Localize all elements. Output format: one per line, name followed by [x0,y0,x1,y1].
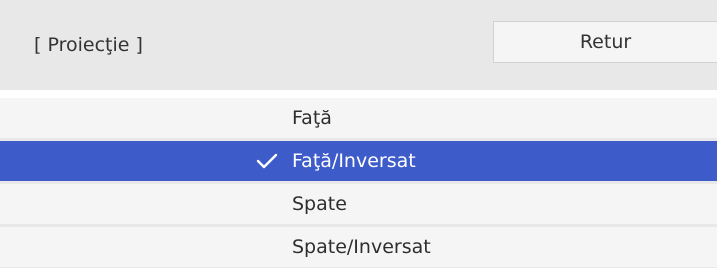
checkmark-icon [256,153,278,169]
option-rear[interactable]: Spate [0,184,717,224]
menu-panel: [ Proiecţie ] Retur Faţă Faţă/Inversat S… [0,0,717,268]
option-label: Faţă/Inversat [292,150,416,172]
option-rear-inverted[interactable]: Spate/Inversat [0,227,717,267]
bottom-strip [0,268,717,279]
option-front[interactable]: Faţă [0,98,717,138]
projection-options-list: Faţă Faţă/Inversat Spate Spate/Inversat [0,98,717,270]
header-divider [0,90,717,98]
menu-title: [ Proiecţie ] [34,34,143,56]
option-label: Spate [292,193,347,215]
option-label: Spate/Inversat [292,236,431,258]
option-front-inverted[interactable]: Faţă/Inversat [0,141,717,181]
option-label: Faţă [292,107,332,129]
back-button[interactable]: Retur [493,21,717,63]
menu-header: [ Proiecţie ] Retur [0,0,717,90]
projection-menu-screen: [ Proiecţie ] Retur Faţă Faţă/Inversat S… [0,0,717,279]
